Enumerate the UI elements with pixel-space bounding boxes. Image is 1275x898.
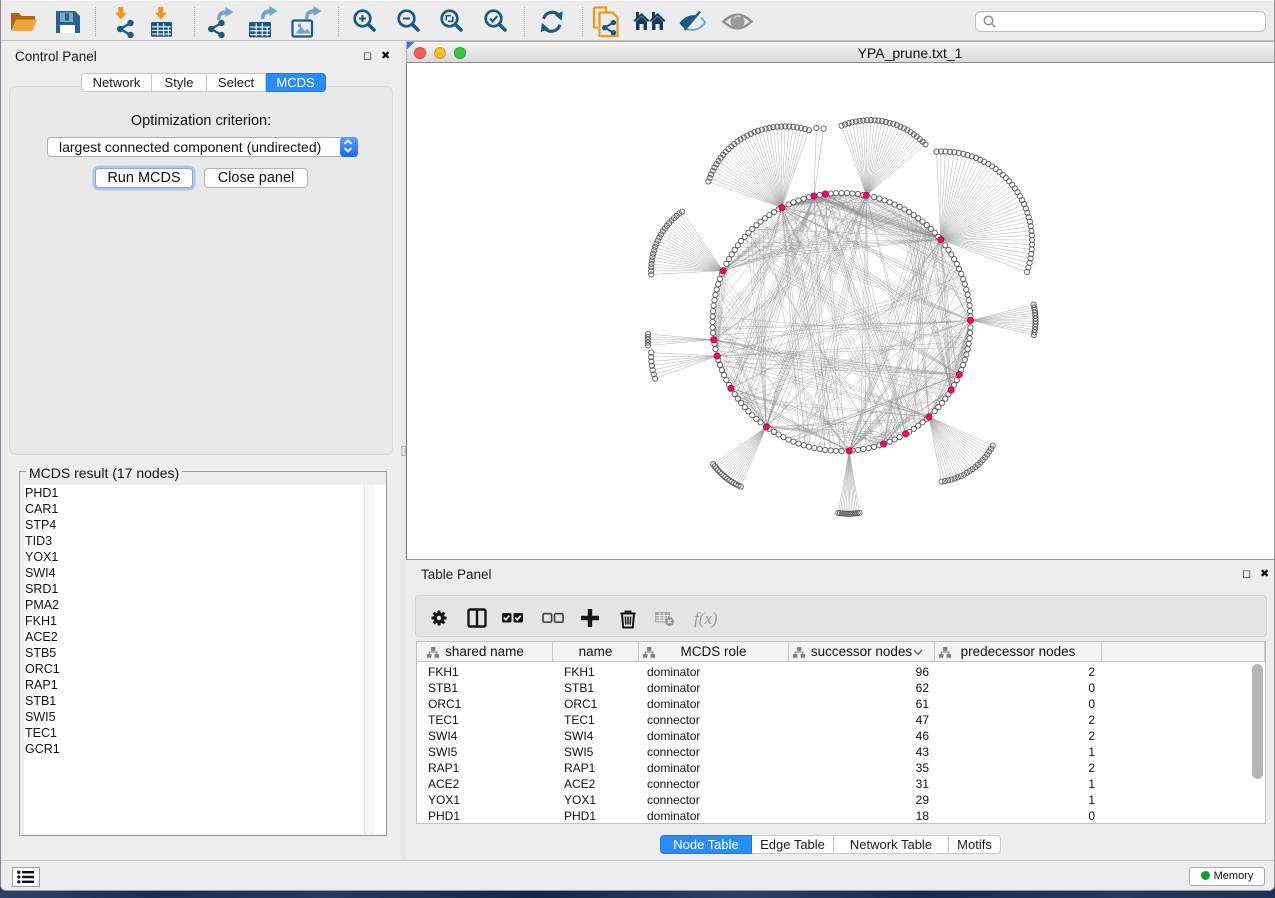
svg-text:f(x): f(x) bbox=[694, 609, 718, 628]
